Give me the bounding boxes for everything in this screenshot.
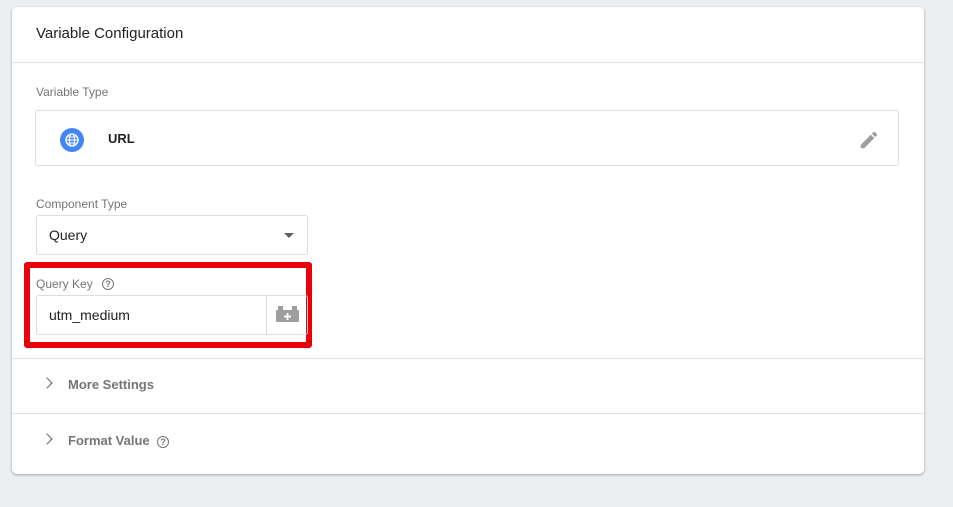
format-value-expander[interactable]: Format Value ? xyxy=(12,414,924,468)
pencil-icon[interactable] xyxy=(858,129,880,151)
component-type-select[interactable]: Query xyxy=(36,215,308,255)
query-key-input[interactable] xyxy=(49,307,249,323)
variable-picker-icon xyxy=(276,306,299,322)
more-settings-label: More Settings xyxy=(68,377,154,392)
card-title: Variable Configuration xyxy=(36,25,184,42)
help-circle-icon[interactable]: ? xyxy=(102,278,114,290)
globe-icon xyxy=(60,128,84,152)
variable-type-name: URL xyxy=(108,131,135,146)
more-settings-expander[interactable]: More Settings xyxy=(12,358,924,412)
variable-type-box[interactable]: URL xyxy=(35,110,899,166)
variable-type-label: Variable Type xyxy=(36,85,109,99)
query-key-label: Query Key xyxy=(36,277,93,291)
chevron-right-icon xyxy=(41,377,53,389)
variable-picker-button[interactable] xyxy=(266,296,307,334)
component-type-value: Query xyxy=(49,227,88,243)
divider xyxy=(12,62,924,63)
query-key-field[interactable] xyxy=(36,295,308,335)
caret-down-icon xyxy=(284,233,294,238)
help-circle-icon[interactable]: ? xyxy=(157,436,169,448)
chevron-right-icon xyxy=(41,433,53,445)
variable-configuration-card: Variable Configuration Variable Type URL… xyxy=(12,7,924,474)
component-type-label: Component Type xyxy=(36,197,128,211)
format-value-label: Format Value xyxy=(68,433,150,448)
